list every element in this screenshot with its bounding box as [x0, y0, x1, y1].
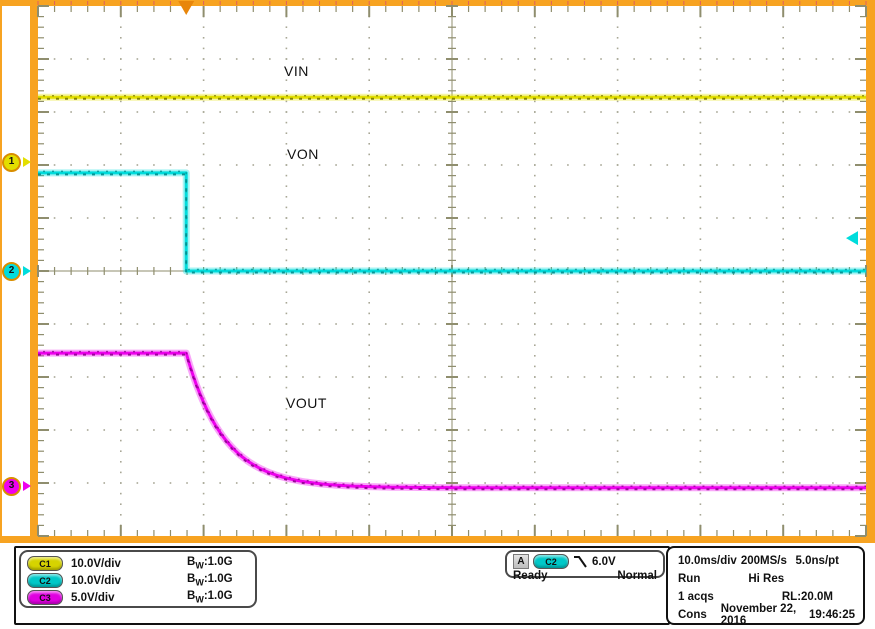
date-text: November 22, 2016 [720, 603, 797, 627]
channel2-scale: 10.0V/div [71, 574, 121, 587]
vin-label: VIN [284, 63, 309, 79]
channel3-badge[interactable]: C3 [27, 590, 63, 605]
channel1-scale: 10.0V/div [71, 557, 121, 570]
channel2-marker-number: 2 [2, 261, 21, 281]
trigger-position-marker[interactable] [178, 1, 195, 15]
status-left-container: C1 10.0V/div BW:1.0G C2 10.0V/div BW:1.0… [14, 546, 670, 625]
channel3-marker-arrow-icon [23, 481, 31, 491]
acquisition-readout[interactable]: 10.0ms/div 200MS/s 5.0ns/pt Run Hi Res 1… [666, 546, 865, 627]
cons-label: Cons [678, 609, 707, 621]
run-state-row: Run Hi Res [678, 570, 855, 588]
trigger-status-row: Ready Normal [513, 569, 657, 582]
trigger-level: 6.0V [592, 555, 616, 568]
channel3-bandwidth: BW:1.0G [187, 590, 233, 605]
timestamp-row: Cons November 22, 2016 19:46:25 [678, 603, 855, 627]
channel1-reference-marker[interactable]: 1 [2, 152, 36, 172]
trigger-status: Ready [513, 570, 548, 582]
trigger-a-badge: A [513, 554, 529, 569]
record-length: RL:20.0M [781, 591, 833, 603]
timebase-scale: 10.0ms/div [678, 555, 737, 567]
run-state: Run [678, 573, 701, 585]
channel-readouts[interactable]: C1 10.0V/div BW:1.0G C2 10.0V/div BW:1.0… [19, 550, 257, 608]
graticule-and-traces [0, 0, 875, 543]
trigger-source-badge[interactable]: C2 [533, 554, 569, 569]
channel2-marker-arrow-icon [23, 266, 31, 276]
falling-edge-icon [574, 556, 587, 568]
status-bar: C1 10.0V/div BW:1.0G C2 10.0V/div BW:1.0… [0, 543, 875, 629]
sample-rate: 200MS/s [740, 555, 787, 567]
timebase-row: 10.0ms/div 200MS/s 5.0ns/pt [678, 552, 855, 570]
waveform-display: VIN VON VOUT 1 2 3 [0, 0, 875, 543]
channel3-reference-marker[interactable]: 3 [2, 476, 36, 496]
oscilloscope-screen: VIN VON VOUT 1 2 3 C1 10.0V/div BW:1.0G [0, 0, 875, 629]
channel3-readout-row[interactable]: C3 5.0V/div BW:1.0G [27, 589, 255, 606]
channel2-reference-marker[interactable]: 2 [2, 261, 36, 281]
channel2-badge[interactable]: C2 [27, 573, 63, 588]
vout-label: VOUT [286, 395, 327, 411]
channel1-readout-row[interactable]: C1 10.0V/div BW:1.0G [27, 555, 255, 572]
trigger-readout[interactable]: A C2 6.0V Ready Normal [505, 550, 665, 582]
channel3-marker-number: 3 [2, 476, 21, 496]
acquisition-mode: Hi Res [748, 573, 785, 585]
time-text: 19:46:25 [808, 609, 855, 621]
channel2-bandwidth: BW:1.0G [187, 573, 233, 588]
channel1-marker-arrow-icon [23, 157, 31, 167]
trigger-level-marker[interactable] [846, 231, 858, 246]
acquisition-count: 1 acqs [678, 591, 714, 603]
trigger-mode: Normal [617, 570, 657, 582]
channel2-readout-row[interactable]: C2 10.0V/div BW:1.0G [27, 572, 255, 589]
sample-resolution: 5.0ns/pt [795, 555, 839, 567]
channel1-marker-number: 1 [2, 152, 21, 172]
trigger-settings-row: A C2 6.0V [513, 554, 657, 569]
channel3-scale: 5.0V/div [71, 591, 115, 604]
von-label: VON [287, 146, 319, 162]
channel1-bandwidth: BW:1.0G [187, 556, 233, 571]
channel1-badge[interactable]: C1 [27, 556, 63, 571]
